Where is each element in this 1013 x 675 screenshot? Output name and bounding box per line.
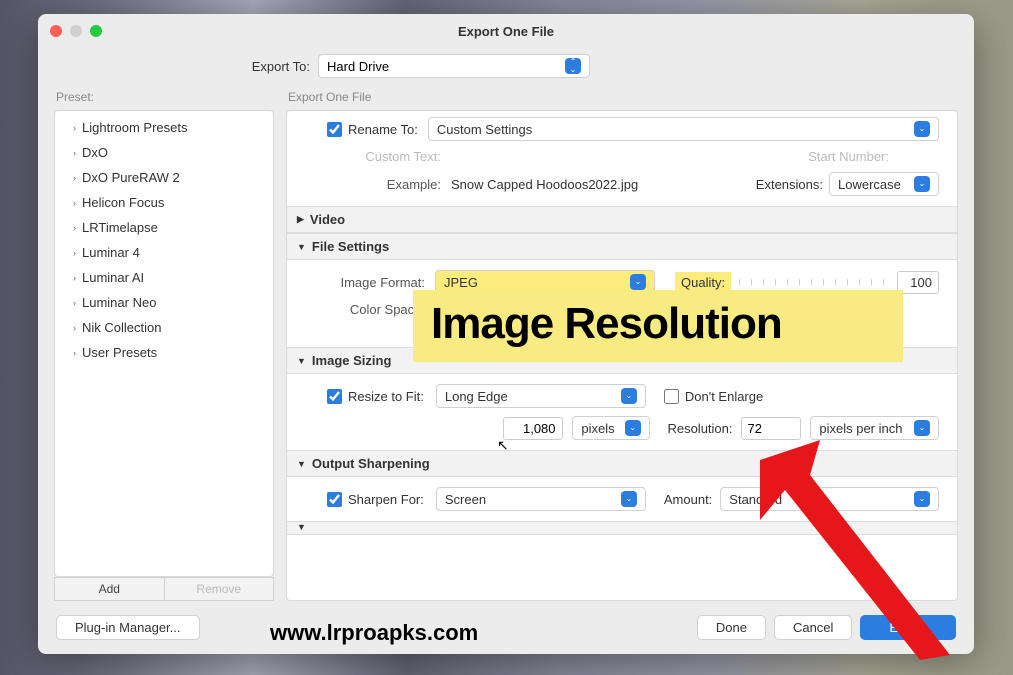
preset-list[interactable]: ›Lightroom Presets ›DxO ›DxO PureRAW 2 ›… xyxy=(54,110,274,577)
chevron-updown-icon: ⌄ xyxy=(914,491,930,507)
chevron-updown-icon: ⌄ xyxy=(914,420,930,436)
quality-slider[interactable] xyxy=(739,279,889,285)
export-button[interactable]: Export xyxy=(860,615,956,640)
export-to-value: Hard Drive xyxy=(327,59,389,74)
add-preset-button[interactable]: Add xyxy=(54,577,164,601)
resolution-label: Resolution: xyxy=(667,421,732,436)
export-to-row: Export To: Hard Drive ⌃⌄ xyxy=(38,48,974,88)
done-button[interactable]: Done xyxy=(697,615,766,640)
preset-item[interactable]: ›Luminar 4 xyxy=(55,240,273,265)
dialog-footer: Plug-in Manager... Done Cancel Export xyxy=(38,601,974,654)
cursor-icon: ↖ xyxy=(497,437,509,454)
triangle-down-icon: ▼ xyxy=(297,459,306,469)
chevron-updown-icon: ⌄ xyxy=(621,388,637,404)
output-sharpening-header[interactable]: ▼ Output Sharpening xyxy=(287,450,957,477)
preset-item[interactable]: ›DxO xyxy=(55,140,273,165)
chevron-right-icon: › xyxy=(73,198,76,208)
resize-checkbox[interactable] xyxy=(327,389,342,404)
plugin-manager-button[interactable]: Plug-in Manager... xyxy=(56,615,200,640)
file-settings-header[interactable]: ▼ File Settings xyxy=(287,233,957,260)
triangle-down-icon: ▼ xyxy=(297,242,306,252)
chevron-updown-icon: ⌄ xyxy=(621,491,637,507)
remove-preset-button: Remove xyxy=(164,577,275,601)
chevron-right-icon: › xyxy=(73,223,76,233)
amount-label: Amount: xyxy=(664,492,712,507)
chevron-updown-icon: ⌄ xyxy=(914,176,930,192)
preset-item[interactable]: ›Luminar Neo xyxy=(55,290,273,315)
watermark-text: www.lrproapks.com xyxy=(270,620,478,646)
custom-text-label: Custom Text: xyxy=(305,149,451,164)
chevron-right-icon: › xyxy=(73,148,76,158)
extensions-select[interactable]: Lowercase ⌄ xyxy=(829,172,939,196)
content-label: Export One File xyxy=(286,88,958,110)
chevron-right-icon: › xyxy=(73,123,76,133)
cancel-button[interactable]: Cancel xyxy=(774,615,852,640)
rename-label: Rename To: xyxy=(348,122,418,137)
preset-sidebar: Preset: ›Lightroom Presets ›DxO ›DxO Pur… xyxy=(54,88,274,601)
chevron-right-icon: › xyxy=(73,298,76,308)
next-section-header[interactable]: ▼ xyxy=(287,521,957,535)
preset-item[interactable]: ›LRTimelapse xyxy=(55,215,273,240)
chevron-right-icon: › xyxy=(73,348,76,358)
chevron-updown-icon: ⌃⌄ xyxy=(565,58,581,74)
resize-mode-select[interactable]: Long Edge ⌄ xyxy=(436,384,646,408)
titlebar: Export One File xyxy=(38,14,974,48)
example-label: Example: xyxy=(305,177,451,192)
chevron-updown-icon: ⌄ xyxy=(630,274,646,290)
example-value: Snow Capped Hoodoos2022.jpg xyxy=(451,177,638,192)
preset-item[interactable]: ›Helicon Focus xyxy=(55,190,273,215)
size-input[interactable] xyxy=(503,417,563,440)
sharpen-for-select[interactable]: Screen ⌄ xyxy=(436,487,646,511)
export-to-select[interactable]: Hard Drive ⌃⌄ xyxy=(318,54,590,78)
chevron-right-icon: › xyxy=(73,273,76,283)
preset-item[interactable]: ›Lightroom Presets xyxy=(55,115,273,140)
chevron-right-icon: › xyxy=(73,173,76,183)
sharpen-label: Sharpen For: xyxy=(348,492,424,507)
annotation-overlay: Image Resolution xyxy=(413,290,903,362)
resolution-input[interactable] xyxy=(741,417,801,440)
window-title: Export One File xyxy=(38,24,974,39)
rename-checkbox[interactable] xyxy=(327,122,342,137)
triangle-down-icon: ▼ xyxy=(297,522,306,532)
export-to-label: Export To: xyxy=(38,59,318,74)
sharpen-checkbox[interactable] xyxy=(327,492,342,507)
size-unit-select[interactable]: pixels ⌄ xyxy=(572,416,649,440)
preset-item[interactable]: ›User Presets xyxy=(55,340,273,365)
chevron-right-icon: › xyxy=(73,248,76,258)
triangle-right-icon: ▶ xyxy=(297,214,304,225)
resolution-unit-select[interactable]: pixels per inch ⌄ xyxy=(810,416,939,440)
triangle-down-icon: ▼ xyxy=(297,356,306,366)
rename-template-select[interactable]: Custom Settings ⌄ xyxy=(428,117,939,141)
extensions-label: Extensions: xyxy=(756,177,823,192)
resize-label: Resize to Fit: xyxy=(348,389,424,404)
quality-value[interactable]: 100 xyxy=(897,271,939,294)
dont-enlarge-checkbox[interactable] xyxy=(664,389,679,404)
video-section-header[interactable]: ▶ Video xyxy=(287,206,957,233)
chevron-updown-icon: ⌄ xyxy=(914,121,930,137)
image-format-label: Image Format: xyxy=(305,275,435,290)
preset-item[interactable]: ›DxO PureRAW 2 xyxy=(55,165,273,190)
preset-label: Preset: xyxy=(54,88,274,110)
chevron-right-icon: › xyxy=(73,323,76,333)
amount-select[interactable]: Standard ⌄ xyxy=(720,487,939,511)
preset-item[interactable]: ›Luminar AI xyxy=(55,265,273,290)
preset-item[interactable]: ›Nik Collection xyxy=(55,315,273,340)
dont-enlarge-label: Don't Enlarge xyxy=(685,389,763,404)
start-number-label: Start Number: xyxy=(808,149,899,164)
chevron-updown-icon: ⌄ xyxy=(625,420,641,436)
